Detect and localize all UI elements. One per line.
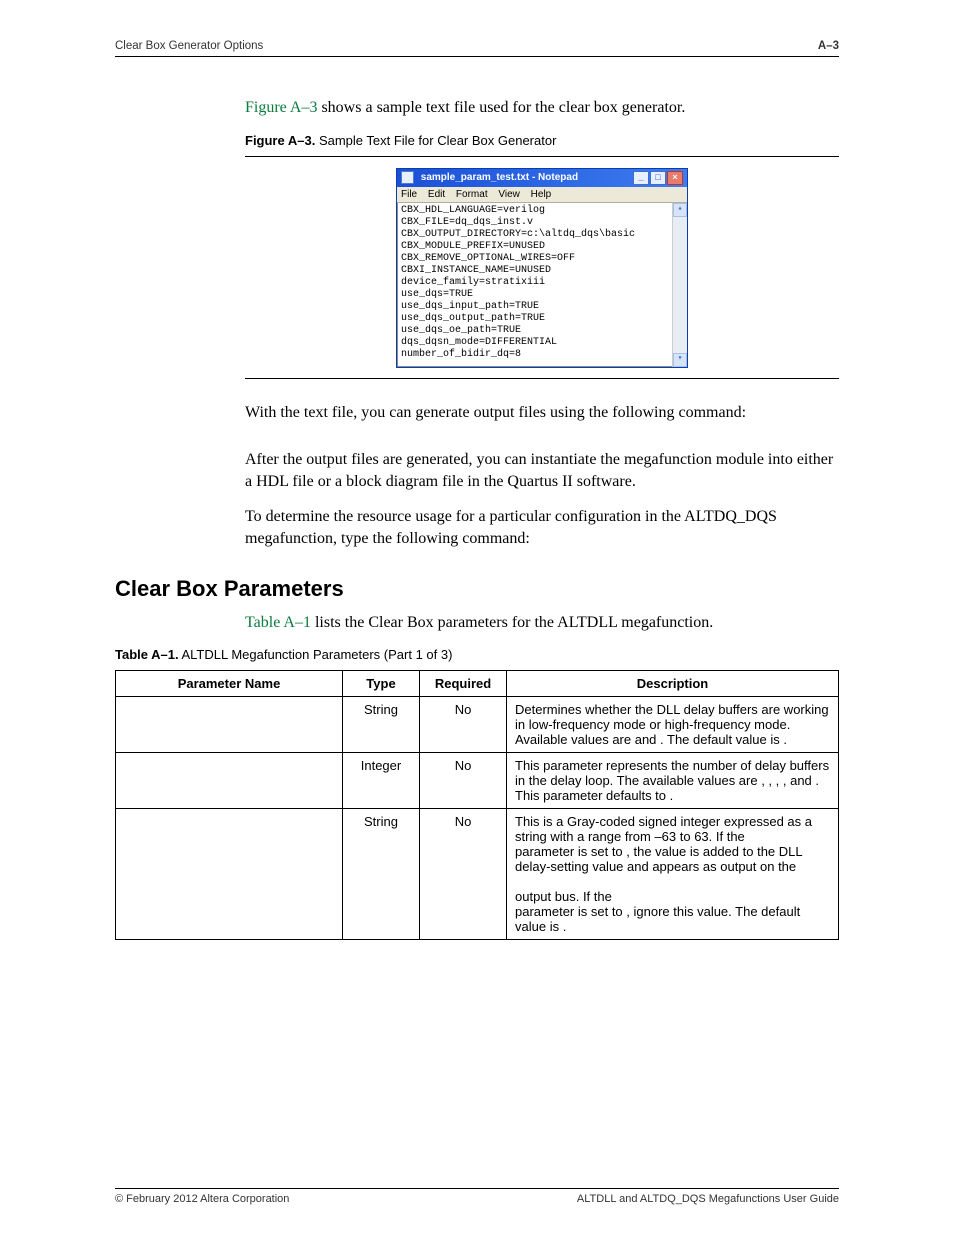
th-parameter-name: Parameter Name bbox=[116, 671, 343, 697]
cell-description: This parameter represents the number of … bbox=[507, 753, 839, 809]
table-row: String No This is a Gray-coded signed in… bbox=[116, 809, 839, 940]
cell-type: Integer bbox=[343, 753, 420, 809]
section-heading: Clear Box Parameters bbox=[115, 576, 839, 602]
notepad-title-text: sample_param_test.txt - Notepad bbox=[421, 172, 578, 183]
figure-rule-bottom bbox=[245, 378, 839, 380]
table-intro: Table A–1 lists the Clear Box parameters… bbox=[245, 612, 839, 634]
maximize-button[interactable]: □ bbox=[650, 171, 666, 185]
notepad-menubar: File Edit Format View Help bbox=[397, 187, 687, 203]
notepad-window: sample_param_test.txt - Notepad _ □ × Fi… bbox=[396, 168, 688, 368]
paragraph-resource: To determine the resource usage for a pa… bbox=[245, 506, 839, 549]
th-type: Type bbox=[343, 671, 420, 697]
cell-type: String bbox=[343, 697, 420, 753]
table-caption-mid: ALTDLL Megafunction Parameters bbox=[179, 647, 381, 662]
scroll-up-icon[interactable]: ▴ bbox=[673, 203, 687, 217]
figure-caption-text: Sample Text File for Clear Box Generator bbox=[315, 133, 556, 148]
menu-view[interactable]: View bbox=[498, 189, 520, 200]
page-footer: © February 2012 Altera Corporation ALTDL… bbox=[115, 1188, 839, 1205]
page-header: Clear Box Generator Options A–3 bbox=[115, 40, 839, 57]
cell-description: Determines whether the DLL delay buffers… bbox=[507, 697, 839, 753]
table-caption-bold: Table A–1. bbox=[115, 647, 179, 662]
cell-required: No bbox=[420, 697, 507, 753]
menu-help[interactable]: Help bbox=[531, 189, 552, 200]
parameters-table: Parameter Name Type Required Description… bbox=[115, 670, 839, 940]
table-row: Integer No This parameter represents the… bbox=[116, 753, 839, 809]
cell-required: No bbox=[420, 753, 507, 809]
footer-left: © February 2012 Altera Corporation bbox=[115, 1193, 289, 1205]
menu-file[interactable]: File bbox=[401, 189, 417, 200]
cell-param-name bbox=[116, 809, 343, 940]
table-header-row: Parameter Name Type Required Description bbox=[116, 671, 839, 697]
notepad-text: CBX_HDL_LANGUAGE=verilog CBX_FILE=dq_dqs… bbox=[397, 203, 672, 367]
cell-required: No bbox=[420, 809, 507, 940]
scroll-down-icon[interactable]: ▾ bbox=[673, 353, 687, 367]
footer-right: ALTDLL and ALTDQ_DQS Megafunctions User … bbox=[577, 1193, 839, 1205]
figure-rule-top bbox=[245, 156, 839, 158]
menu-format[interactable]: Format bbox=[456, 189, 488, 200]
window-controls: _ □ × bbox=[633, 171, 683, 185]
th-description: Description bbox=[507, 671, 839, 697]
table-link[interactable]: Table A–1 bbox=[245, 614, 311, 631]
figure-caption: Figure A–3. Sample Text File for Clear B… bbox=[245, 133, 839, 148]
header-page-number: A–3 bbox=[818, 40, 839, 52]
figure-caption-bold: Figure A–3. bbox=[245, 133, 315, 148]
cell-param-name bbox=[116, 697, 343, 753]
cell-description: This is a Gray-coded signed integer expr… bbox=[507, 809, 839, 940]
header-left: Clear Box Generator Options bbox=[115, 40, 263, 52]
notepad-scrollbar[interactable]: ▴ ▾ bbox=[672, 203, 687, 367]
cell-type: String bbox=[343, 809, 420, 940]
close-button[interactable]: × bbox=[667, 171, 683, 185]
paragraph-command: With the text file, you can generate out… bbox=[245, 402, 839, 424]
table-caption-part: (Part 1 of 3) bbox=[380, 647, 452, 662]
th-required: Required bbox=[420, 671, 507, 697]
notepad-title-left: sample_param_test.txt - Notepad bbox=[401, 171, 578, 184]
notepad-body: CBX_HDL_LANGUAGE=verilog CBX_FILE=dq_dqs… bbox=[397, 203, 687, 367]
document-icon bbox=[401, 171, 414, 184]
table-row: String No Determines whether the DLL del… bbox=[116, 697, 839, 753]
figure-link[interactable]: Figure A–3 bbox=[245, 99, 317, 116]
intro-paragraph: Figure A–3 shows a sample text file used… bbox=[245, 97, 839, 119]
cell-param-name bbox=[116, 753, 343, 809]
table-caption: Table A–1. ALTDLL Megafunction Parameter… bbox=[115, 647, 839, 662]
table-intro-rest: lists the Clear Box parameters for the A… bbox=[311, 614, 713, 631]
paragraph-instantiate: After the output files are generated, yo… bbox=[245, 449, 839, 492]
notepad-titlebar: sample_param_test.txt - Notepad _ □ × bbox=[397, 169, 687, 187]
menu-edit[interactable]: Edit bbox=[428, 189, 445, 200]
minimize-button[interactable]: _ bbox=[633, 171, 649, 185]
intro-rest: shows a sample text file used for the cl… bbox=[317, 99, 685, 116]
